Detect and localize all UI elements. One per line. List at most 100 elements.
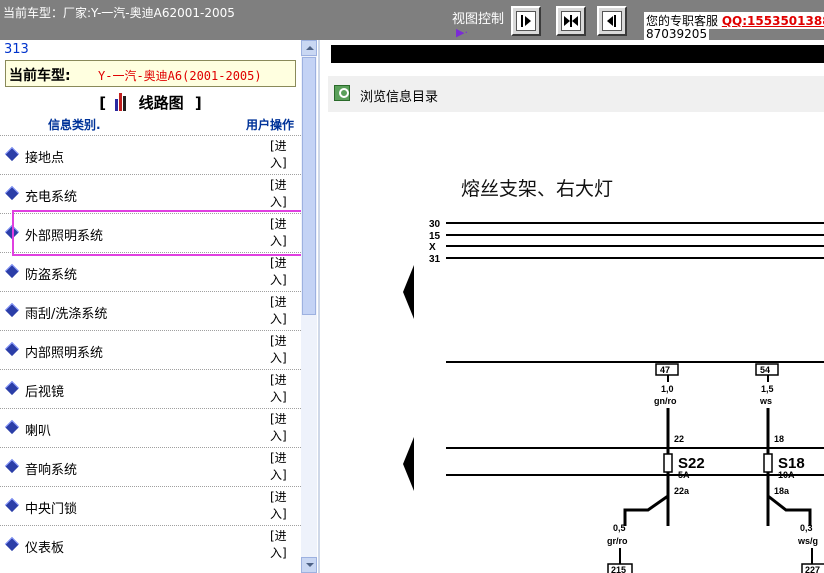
left-marker-arrow-icon xyxy=(403,437,414,491)
column-header-category: 信息类别. xyxy=(48,118,101,132)
category-scrollbar[interactable] xyxy=(301,40,317,573)
enter-link[interactable]: [进 入] xyxy=(270,333,294,367)
enter-link[interactable]: [进 入] xyxy=(270,255,294,289)
title-bar: 当前车型：厂家:Y-一汽-奥迪A62001-2005 视图控制 ▶· 您的专职客… xyxy=(0,0,824,40)
fuse-s18: 54 1,5 ws 18 S18 10A 18a 0,3 ws/g 227 xyxy=(755,363,824,573)
category-list: 接地点 [进 入] 充电系统 [进 入] 外部照明系统 [进 入] 防盗系统 [进 入]… xyxy=(0,135,301,564)
fuse-symbol xyxy=(763,453,773,473)
current-model-box: 当前车型: Y-一汽-奥迪A6(2001-2005) xyxy=(5,60,296,87)
scroll-up-button[interactable] xyxy=(301,40,317,56)
bus-label-31: 31 xyxy=(429,254,441,265)
category-name[interactable]: 雨刮/洗涤系统 xyxy=(25,303,107,322)
current-model-label: 当前车型: xyxy=(9,68,71,84)
fuse-bottom-pin: 22a xyxy=(674,486,690,496)
list-item[interactable]: 喇叭 [进 入] xyxy=(0,408,301,447)
books-icon xyxy=(115,93,129,111)
expand-left-icon xyxy=(602,11,622,31)
category-list-area: 313 当前车型: Y-一汽-奥迪A6(2001-2005) [ 线路图 ] 信… xyxy=(0,40,301,573)
list-item[interactable]: 充电系统 [进 入] xyxy=(0,174,301,213)
category-name[interactable]: 音响系统 xyxy=(25,459,77,478)
split-view-button[interactable] xyxy=(556,6,586,36)
scroll-thumb[interactable] xyxy=(302,57,316,315)
browse-catalog-link[interactable]: 浏览信息目录 xyxy=(360,86,438,105)
support-qq-link[interactable]: QQ:1553501388 xyxy=(722,14,824,28)
wiring-diagram: 熔丝支架、右大灯 30 15 X 31 47 1,0 gn/ro 22 S22 … xyxy=(328,112,824,573)
fuse-rating: 10A xyxy=(778,470,795,480)
out-wire-size: 0,5 xyxy=(613,523,626,533)
section-title: [ 线路图 ] xyxy=(99,93,202,112)
enter-link[interactable]: [进 入] xyxy=(270,372,294,406)
list-item[interactable]: 仪表板 [进 入] xyxy=(0,525,301,564)
list-item[interactable]: 接地点 [进 入] xyxy=(0,135,301,174)
out-wire-color: ws/g xyxy=(797,536,818,546)
split-view-icon xyxy=(561,11,581,31)
expand-right-button[interactable] xyxy=(511,6,541,36)
out-connector-label: 227 xyxy=(805,565,820,573)
left-marker-arrow-icon xyxy=(403,265,414,319)
fuse-s22: 47 1,0 gn/ro 22 S22 5A 22a 0,5 gr/ro 215 xyxy=(607,363,705,573)
expand-right-icon xyxy=(516,11,536,31)
expand-left-button[interactable] xyxy=(597,6,627,36)
diamond-bullet-icon xyxy=(4,536,20,552)
category-name[interactable]: 喇叭 xyxy=(25,420,51,439)
wire-color: ws xyxy=(759,396,772,406)
category-panel: 313 当前车型: Y-一汽-奥迪A6(2001-2005) [ 线路图 ] 信… xyxy=(0,40,320,573)
category-name[interactable]: 中央门锁 xyxy=(25,498,77,517)
fuse-rating: 5A xyxy=(678,470,690,480)
diamond-bullet-icon xyxy=(4,302,20,318)
fuse-top-pin: 22 xyxy=(674,434,684,444)
enter-link[interactable]: [进 入] xyxy=(270,177,294,211)
wire-size: 1,5 xyxy=(761,384,774,394)
content-toolbar: 浏览信息目录 xyxy=(328,76,824,112)
category-name[interactable]: 接地点 xyxy=(25,147,64,166)
wire-color: gn/ro xyxy=(654,396,677,406)
list-item[interactable]: 后视镜 [进 入] xyxy=(0,369,301,408)
browse-catalog-icon[interactable] xyxy=(334,85,350,101)
enter-link[interactable]: [进 入] xyxy=(270,294,294,328)
bus-label-15: 15 xyxy=(429,231,441,242)
diamond-bullet-icon xyxy=(4,341,20,357)
list-item[interactable]: 防盗系统 [进 入] xyxy=(0,252,301,291)
out-wire-color: gr/ro xyxy=(607,536,628,546)
list-item[interactable]: 雨刮/洗涤系统 [进 入] xyxy=(0,291,301,330)
enter-link[interactable]: [进 入] xyxy=(270,528,294,562)
view-control-arrow-icon: ▶· xyxy=(456,26,468,39)
support-text: 您的专职客服 xyxy=(646,14,719,28)
fuse-symbol xyxy=(663,453,673,473)
category-name[interactable]: 后视镜 xyxy=(25,381,64,400)
support-info: 您的专职客服 QQ:1553501388 xyxy=(644,12,824,29)
diamond-bullet-icon xyxy=(4,497,20,513)
selected-item-highlight xyxy=(12,210,304,256)
bus-label-30: 30 xyxy=(429,219,441,230)
list-item[interactable]: 内部照明系统 [进 入] xyxy=(0,330,301,369)
support-number: 87039205 xyxy=(644,28,710,40)
out-wire-size: 0,3 xyxy=(800,523,813,533)
diamond-bullet-icon xyxy=(4,185,20,201)
record-count: 313 xyxy=(4,42,29,57)
content-panel: 浏览信息目录 熔丝支架、右大灯 30 15 X 31 47 1,0 gn/ro … xyxy=(328,40,824,573)
diamond-bullet-icon xyxy=(4,263,20,279)
list-item[interactable]: 中央门锁 [进 入] xyxy=(0,486,301,525)
wire-size: 1,0 xyxy=(661,384,674,394)
bus-label-x: X xyxy=(429,242,436,253)
category-name[interactable]: 充电系统 xyxy=(25,186,77,205)
enter-link[interactable]: [进 入] xyxy=(270,411,294,445)
content-header-bar xyxy=(331,45,824,63)
category-name[interactable]: 防盗系统 xyxy=(25,264,77,283)
enter-link[interactable]: [进 入] xyxy=(270,138,294,172)
window-title: 当前车型：厂家:Y-一汽-奥迪A62001-2005 xyxy=(3,6,235,20)
column-header-action: 用户操作 xyxy=(246,118,295,132)
category-name[interactable]: 内部照明系统 xyxy=(25,342,103,361)
enter-link[interactable]: [进 入] xyxy=(270,489,294,523)
view-control-label: 视图控制 xyxy=(452,12,505,27)
diamond-bullet-icon xyxy=(4,458,20,474)
out-connector-label: 215 xyxy=(611,565,626,573)
list-item[interactable]: 音响系统 [进 入] xyxy=(0,447,301,486)
enter-link[interactable]: [进 入] xyxy=(270,450,294,484)
diamond-bullet-icon xyxy=(4,419,20,435)
category-name[interactable]: 仪表板 xyxy=(25,537,64,556)
fuse-top-pin: 18 xyxy=(774,434,784,444)
diagram-svg: 30 15 X 31 47 1,0 gn/ro 22 S22 5A 22a 0,… xyxy=(403,219,824,573)
scroll-down-button[interactable] xyxy=(301,557,317,573)
fuse-bottom-pin: 18a xyxy=(774,486,790,496)
